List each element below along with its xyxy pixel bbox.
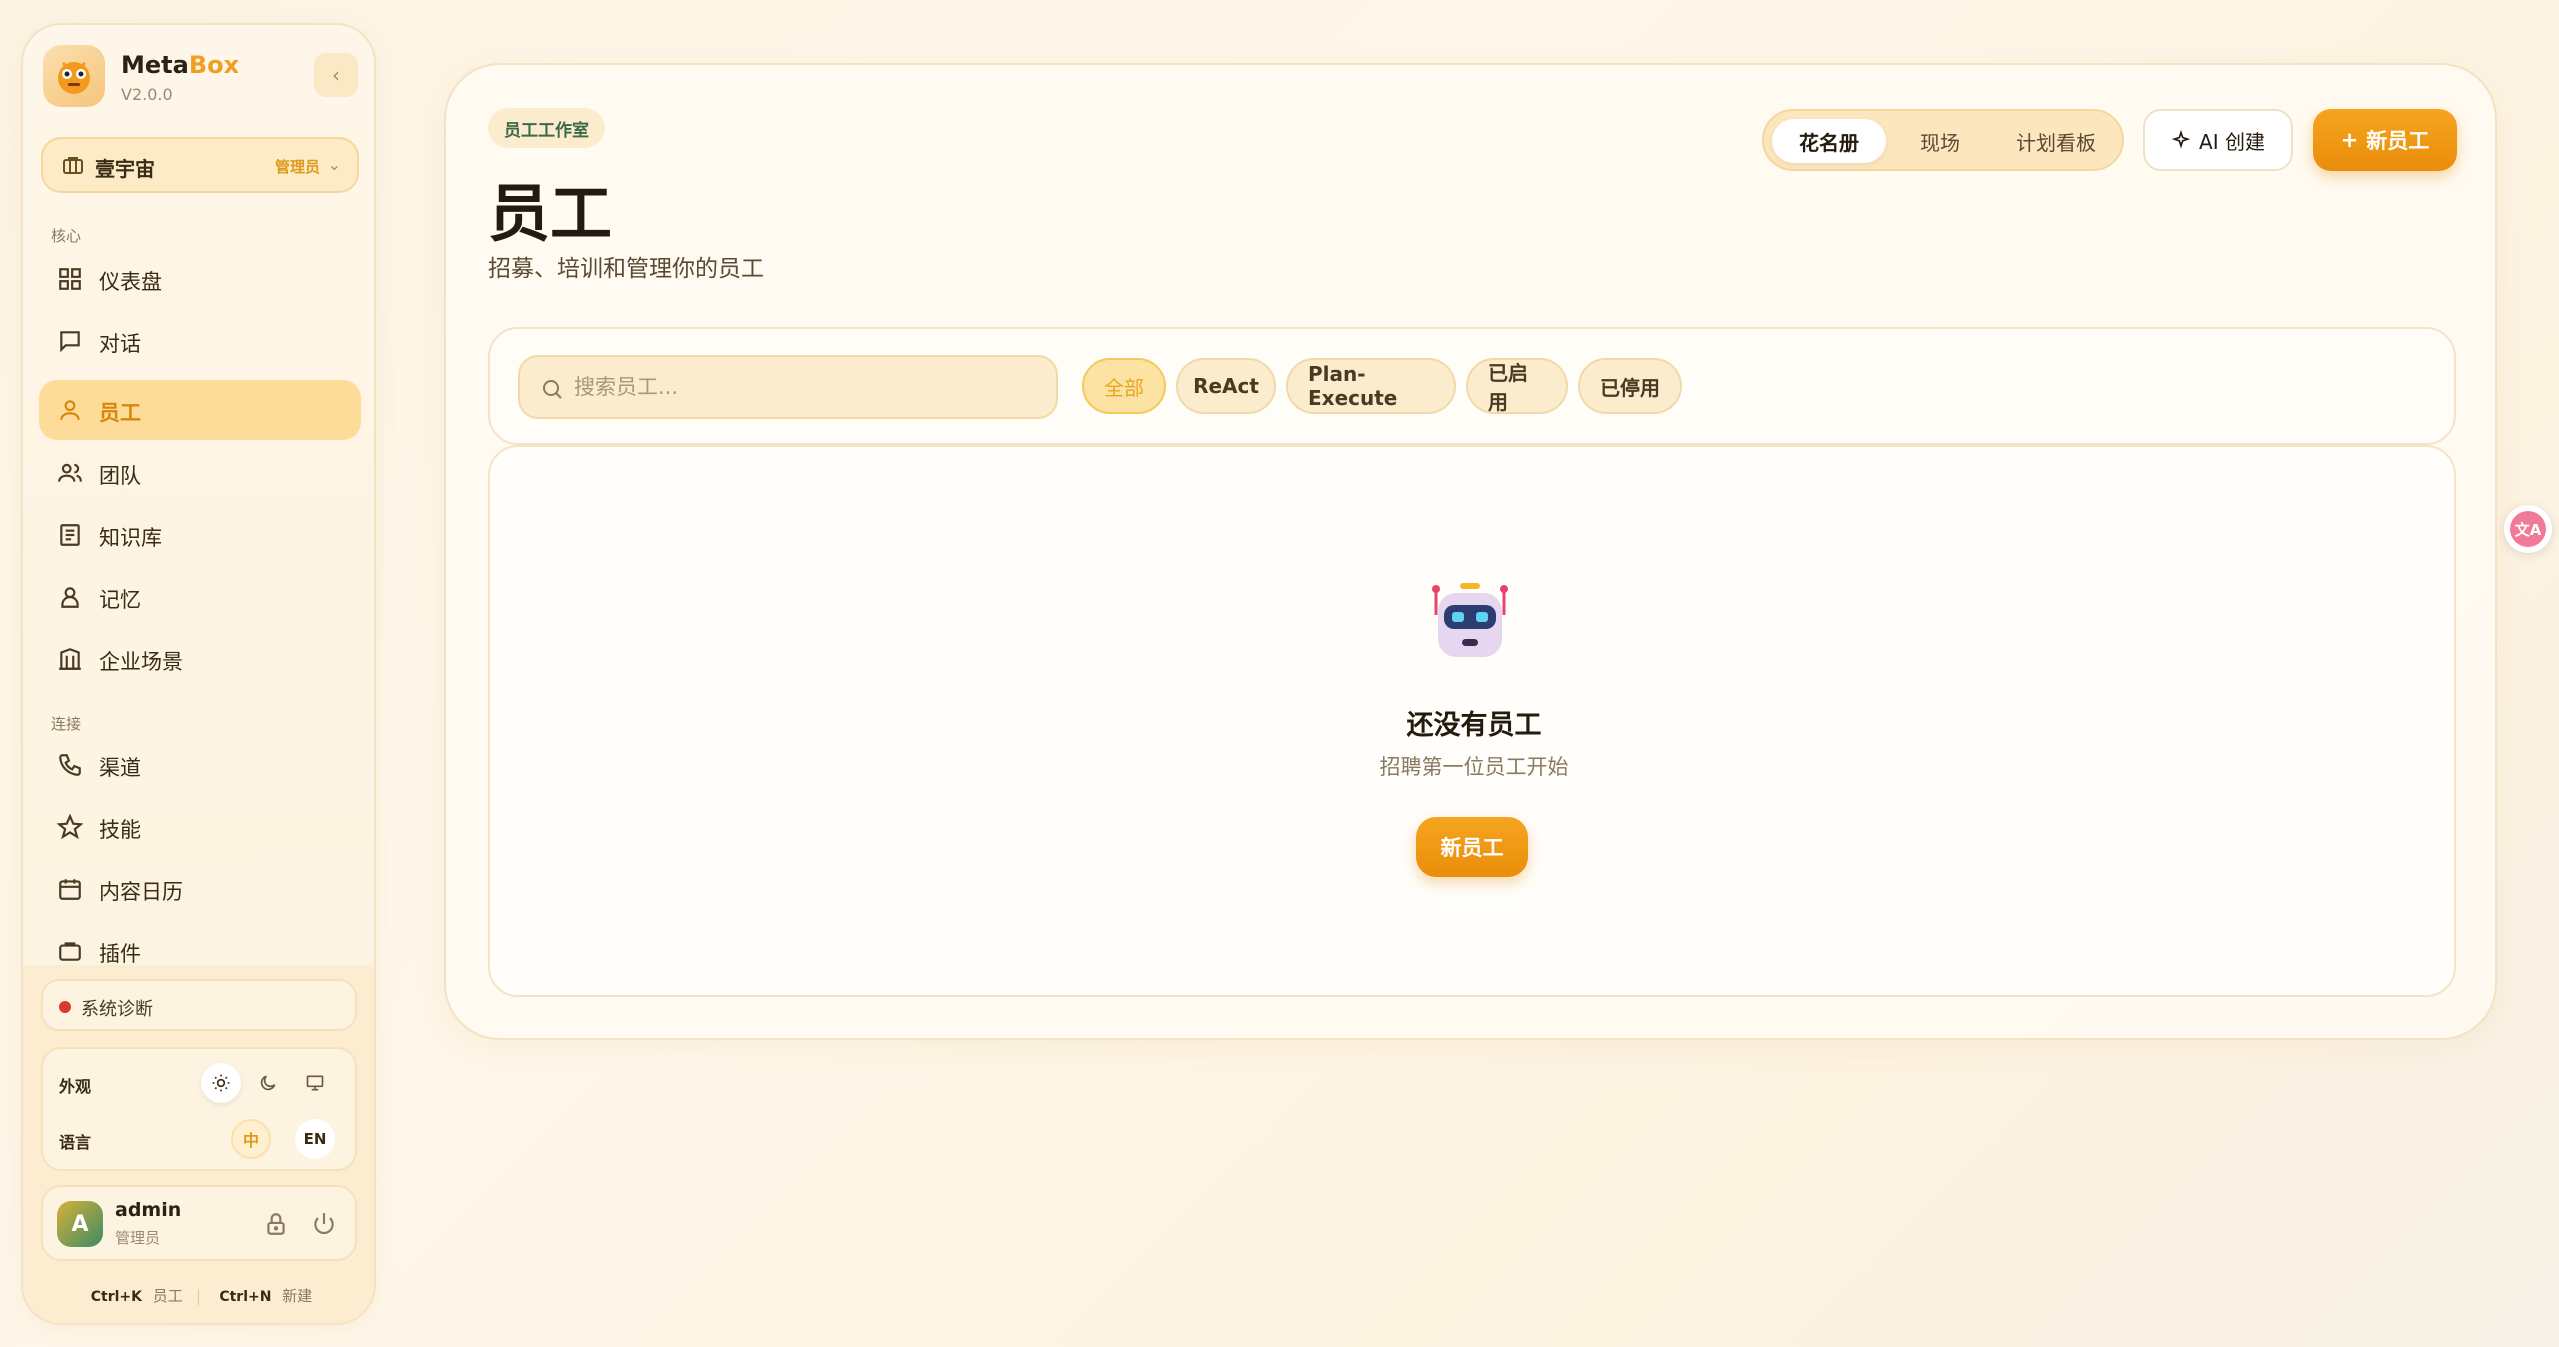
language-label: 语言: [59, 1133, 92, 1152]
chevron-down-icon: ⌄: [327, 155, 341, 174]
moon-icon: [260, 1075, 276, 1091]
avatar: A: [57, 1201, 103, 1247]
empty-state: 还没有员工 招聘第一位员工开始 新员工: [488, 445, 2456, 997]
sidebar: MetaBox V2.0.0 ‹ 壹宇宙 管理员 ⌄ 核心 仪表盘 对话 员工 …: [21, 23, 376, 1325]
plugin-icon: [59, 942, 81, 961]
status-dot: [59, 1001, 71, 1013]
workspace-selector[interactable]: 壹宇宙 管理员 ⌄: [41, 137, 359, 193]
new-employee-button[interactable]: + 新员工: [2313, 109, 2457, 171]
shortcut-label-k: 员工: [152, 1287, 183, 1305]
empty-subtitle: 招聘第一位员工开始: [1379, 755, 1569, 779]
main-card: 员工工作室 员工 招募、培训和管理你的员工 花名册 现场 计划看板 AI 创建 …: [444, 63, 2497, 1040]
robot-icon: [1432, 583, 1508, 657]
language-en-button[interactable]: EN: [295, 1119, 335, 1159]
tab-roster[interactable]: 花名册: [1772, 119, 1886, 163]
ai-create-button[interactable]: AI 创建: [2143, 109, 2293, 171]
search-icon: [543, 380, 562, 399]
view-tabs: 花名册 现场 计划看板: [1762, 109, 2124, 171]
page-subtitle: 招募、培训和管理你的员工: [488, 256, 764, 282]
shortcut-label-n: 新建: [282, 1287, 313, 1305]
filter-chip-all[interactable]: 全部: [1082, 358, 1166, 414]
sun-icon: [212, 1074, 230, 1092]
collapse-sidebar-button[interactable]: ‹: [314, 53, 358, 97]
workspace-role: 管理员: [275, 158, 321, 176]
empty-new-employee-button[interactable]: 新员工: [1416, 817, 1528, 877]
appearance-label: 外观: [59, 1077, 92, 1096]
sidebar-item-plugins[interactable]: 插件: [39, 921, 361, 963]
search-input[interactable]: [574, 367, 1044, 407]
theme-dark-button[interactable]: [248, 1063, 288, 1103]
theme-light-button[interactable]: [201, 1063, 241, 1103]
sidebar-item-channels[interactable]: 渠道: [39, 735, 361, 795]
sidebar-item-employees[interactable]: 员工: [39, 380, 361, 440]
brand: MetaBox V2.0.0 ‹: [43, 45, 358, 113]
dashboard-icon: [59, 268, 81, 290]
chevron-left-icon: ‹: [332, 63, 340, 87]
briefcase-icon: [63, 157, 83, 174]
breadcrumb: 员工工作室: [488, 108, 605, 148]
translate-button[interactable]: 文A: [2504, 505, 2552, 553]
team-icon: [58, 463, 82, 482]
filter-chip-react[interactable]: ReAct: [1176, 358, 1276, 414]
user-name: admin: [115, 1199, 182, 1221]
plus-icon: +: [2340, 128, 2359, 152]
brand-name: MetaBox: [121, 51, 240, 79]
building-icon: [59, 648, 81, 670]
monitor-icon: [306, 1075, 324, 1091]
workspace-name: 壹宇宙: [95, 157, 155, 181]
user-profile: A admin 管理员: [41, 1185, 357, 1261]
sidebar-item-dashboard[interactable]: 仪表盘: [39, 249, 361, 309]
tab-live[interactable]: 现场: [1890, 119, 1990, 163]
section-label-core: 核心: [51, 227, 82, 245]
filter-chip-enabled[interactable]: 已启用: [1466, 358, 1568, 414]
shortcut-key-n: Ctrl+N: [219, 1289, 272, 1305]
sidebar-item-knowledge[interactable]: 知识库: [39, 505, 361, 565]
sparkle-icon: [2171, 130, 2191, 149]
sidebar-item-calendar[interactable]: 内容日历: [39, 859, 361, 919]
theme-system-button[interactable]: [295, 1063, 335, 1103]
empty-title: 还没有员工: [1406, 710, 1542, 741]
sidebar-item-team[interactable]: 团队: [39, 443, 361, 503]
calendar-icon: [59, 879, 81, 900]
brand-version: V2.0.0: [121, 85, 173, 104]
user-role: 管理员: [115, 1229, 161, 1247]
shortcut-key-k: Ctrl+K: [90, 1289, 142, 1305]
tab-plan-board[interactable]: 计划看板: [1994, 119, 2118, 163]
page-title: 员工: [488, 177, 613, 250]
lock-icon[interactable]: [263, 1211, 289, 1237]
phone-icon: [59, 754, 81, 776]
sidebar-item-memory[interactable]: 记忆: [39, 567, 361, 627]
sidebar-item-chat[interactable]: 对话: [39, 311, 361, 371]
language-zh-button[interactable]: 中: [231, 1119, 271, 1159]
employee-icon: [60, 400, 80, 420]
filter-bar: 全部 ReAct Plan-Execute 已启用 已停用: [488, 327, 2456, 445]
filter-chip-disabled[interactable]: 已停用: [1578, 358, 1682, 414]
section-label-connect: 连接: [51, 715, 82, 733]
filter-chip-plan-execute[interactable]: Plan-Execute: [1286, 358, 1456, 414]
power-icon[interactable]: [311, 1211, 337, 1237]
star-icon: [57, 814, 83, 840]
metabox-logo-icon: [43, 45, 105, 107]
translate-icon: 文A: [2510, 511, 2546, 547]
preferences-panel: 外观 语言 中 EN: [41, 1047, 357, 1171]
search-box: [518, 355, 1058, 419]
sidebar-item-skills[interactable]: 技能: [39, 797, 361, 857]
keyboard-shortcuts: Ctrl+K 员工 Ctrl+N 新建: [23, 1285, 374, 1307]
memory-icon: [61, 587, 79, 608]
sidebar-item-enterprise[interactable]: 企业场景: [39, 629, 361, 689]
knowledge-icon: [60, 524, 80, 546]
shortcut-divider: [197, 1288, 199, 1305]
chat-icon: [60, 331, 80, 353]
sidebar-bottom-panel: 系统诊断 外观 语言 中 EN A admin 管理员 Ctrl+K 员工 Ct…: [23, 965, 374, 1323]
system-diagnostics-button[interactable]: 系统诊断: [41, 979, 357, 1031]
